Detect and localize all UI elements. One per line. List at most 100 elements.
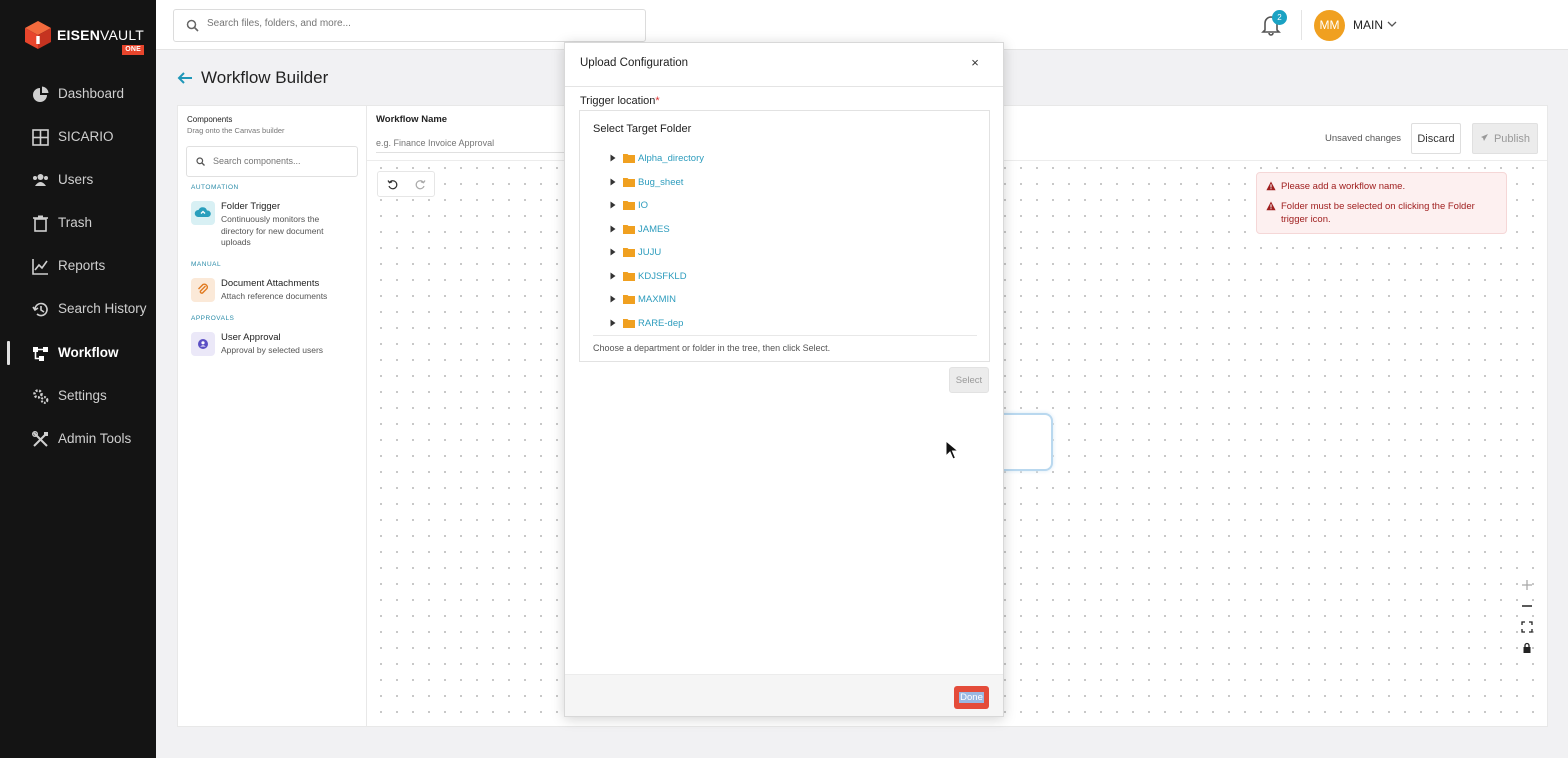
history-icon [32,302,48,317]
folder-name[interactable]: IO [638,200,648,211]
caret-right-icon[interactable] [610,248,616,256]
trigger-node[interactable] [997,413,1053,471]
sidebar-item-sicario[interactable]: SICARIO [0,125,156,149]
global-search[interactable] [173,9,646,42]
sidebar-item-settings[interactable]: Settings [0,384,156,408]
tree-folder-row[interactable]: MAXMIN [610,291,676,307]
users-icon [33,174,48,186]
components-search[interactable] [186,146,358,177]
select-button[interactable]: Select [949,367,989,393]
back-arrow-icon[interactable] [176,69,194,87]
sidebar-item-dashboard[interactable]: Dashboard [0,82,156,106]
caret-right-icon[interactable] [610,201,616,209]
tree-title: Select Target Folder [593,123,692,135]
component-folder-trigger[interactable]: Folder Trigger Continuously monitors the… [191,201,361,249]
tree-folder-row[interactable]: JUJU [610,244,661,260]
sidebar-item-label: Trash [58,215,93,230]
caret-right-icon[interactable] [610,178,616,186]
close-icon[interactable]: × [969,56,981,69]
caret-right-icon[interactable] [610,154,616,162]
tree-folder-row[interactable]: JAMES [610,221,670,237]
tree-folder-row[interactable]: Bug_sheet [610,174,683,190]
component-desc: Attach reference documents [221,291,328,301]
tree-folder-row[interactable]: Alpha_directory [610,150,704,166]
caret-right-icon[interactable] [610,319,616,327]
folder-icon [623,201,635,210]
component-desc: Approval by selected users [221,345,324,355]
redo-icon[interactable] [415,179,426,190]
caret-right-icon[interactable] [610,225,616,233]
sidebar-item-admin-tools[interactable]: Admin Tools [0,427,156,451]
pie-chart-icon [33,86,49,102]
components-search-input[interactable] [213,156,353,166]
folder-name[interactable]: Alpha_directory [638,153,704,164]
undo-icon[interactable] [387,179,398,190]
component-document-attachments[interactable]: Document Attachments Attach reference do… [191,278,361,306]
gears-icon [33,389,49,404]
workflow-name-input[interactable] [376,133,576,153]
lock-icon[interactable] [1520,641,1534,655]
user-name[interactable]: MAIN [1353,18,1383,32]
logo-main-text: EISEN [57,27,101,43]
zoom-in-icon[interactable] [1520,578,1534,592]
rocket-icon [1481,134,1488,141]
components-subtitle: Drag onto the Canvas builder [187,126,285,135]
unsaved-changes-text: Unsaved changes [1325,133,1402,144]
section-manual: MANUAL [191,261,222,268]
folder-name[interactable]: JAMES [638,224,670,235]
tree-folder-row[interactable]: KDJSFKLD [610,268,687,284]
warning-icon [1266,181,1276,191]
sidebar-item-users[interactable]: Users [0,168,156,192]
search-input[interactable] [207,18,627,29]
folder-name[interactable]: KDJSFKLD [638,271,687,282]
validation-alert: Please add a workflow name. Folder must … [1256,172,1507,234]
sidebar-item-label: Settings [58,388,107,403]
discard-button[interactable]: Discard [1411,123,1461,154]
tree-folder-row[interactable]: IO [610,197,648,213]
modal-header: Upload Configuration × [565,43,1003,87]
tree-folder-row[interactable]: RARE-dep [610,315,683,331]
modal-footer: Done [565,674,1003,716]
trigger-location-label: Trigger location* [580,95,660,107]
sidebar-item-search-history[interactable]: Search History [0,297,156,321]
search-icon [196,157,205,166]
trigger-label-text: Trigger location [580,95,656,107]
logo-badge: ONE [122,45,145,55]
logo-accent-text: VAULT [100,27,145,43]
sidebar-item-trash[interactable]: Trash [0,211,156,235]
grid-icon [32,129,49,146]
components-panel: Components Drag onto the Canvas builder … [178,106,367,726]
sidebar-item-reports[interactable]: Reports [0,254,156,278]
components-title: Components [187,115,233,124]
folder-icon [623,178,635,187]
zoom-controls [1516,574,1538,659]
folder-icon [623,272,635,281]
done-button[interactable]: Done [954,686,989,709]
folder-name[interactable]: MAXMIN [638,294,676,305]
fit-view-icon[interactable] [1520,620,1534,634]
chevron-down-icon[interactable] [1387,19,1397,29]
page-title: Workflow Builder [201,68,329,87]
folder-name[interactable]: RARE-dep [638,318,683,329]
folder-name[interactable]: JUJU [638,247,661,258]
workflow-icon [33,347,48,361]
component-desc: Continuously monitors the directory for … [221,214,324,247]
avatar[interactable]: MM [1314,10,1345,41]
upload-configuration-modal: Upload Configuration × Trigger location*… [564,42,1004,717]
zoom-out-icon[interactable] [1520,599,1534,613]
folder-name[interactable]: Bug_sheet [638,177,683,188]
sidebar-item-label: Workflow [58,345,119,360]
logo[interactable]: EISENVAULT ONE [24,20,145,55]
folder-icon [623,225,635,234]
attachments-icon-box [191,278,215,302]
folder-icon [623,248,635,257]
alert-message: Folder must be selected on clicking the … [1281,201,1475,225]
sidebar-item-workflow[interactable]: Workflow [0,341,156,365]
topbar-divider [1301,10,1302,40]
folder-trigger-icon-box [191,201,215,225]
sidebar-item-label: SICARIO [58,129,114,144]
tree-hint: Choose a department or folder in the tre… [593,343,831,353]
caret-right-icon[interactable] [610,295,616,303]
caret-right-icon[interactable] [610,272,616,280]
component-user-approval[interactable]: User Approval Approval by selected users [191,332,361,360]
